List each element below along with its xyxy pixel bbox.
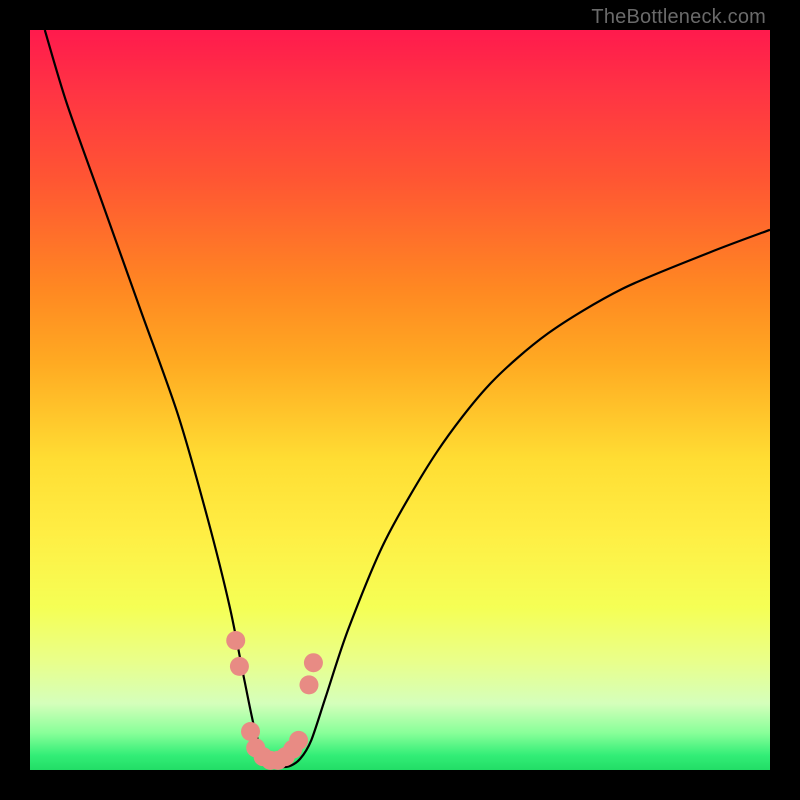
chart-area	[30, 30, 770, 770]
marker-dot	[226, 631, 245, 650]
marker-dot	[283, 740, 302, 759]
marker-dot	[299, 675, 318, 694]
marker-dot	[246, 738, 265, 757]
marker-dot	[304, 653, 323, 672]
marker-dot	[261, 751, 280, 770]
bottleneck-curve	[45, 30, 770, 767]
marker-dot	[241, 722, 260, 741]
marker-dot	[289, 731, 308, 750]
highlight-dots	[226, 631, 323, 770]
bottleneck-curve-svg	[30, 30, 770, 770]
marker-dot	[268, 751, 287, 770]
marker-dot	[230, 657, 249, 676]
watermark-text: TheBottleneck.com	[591, 6, 766, 29]
marker-dot	[254, 747, 273, 766]
marker-dot	[276, 747, 295, 766]
